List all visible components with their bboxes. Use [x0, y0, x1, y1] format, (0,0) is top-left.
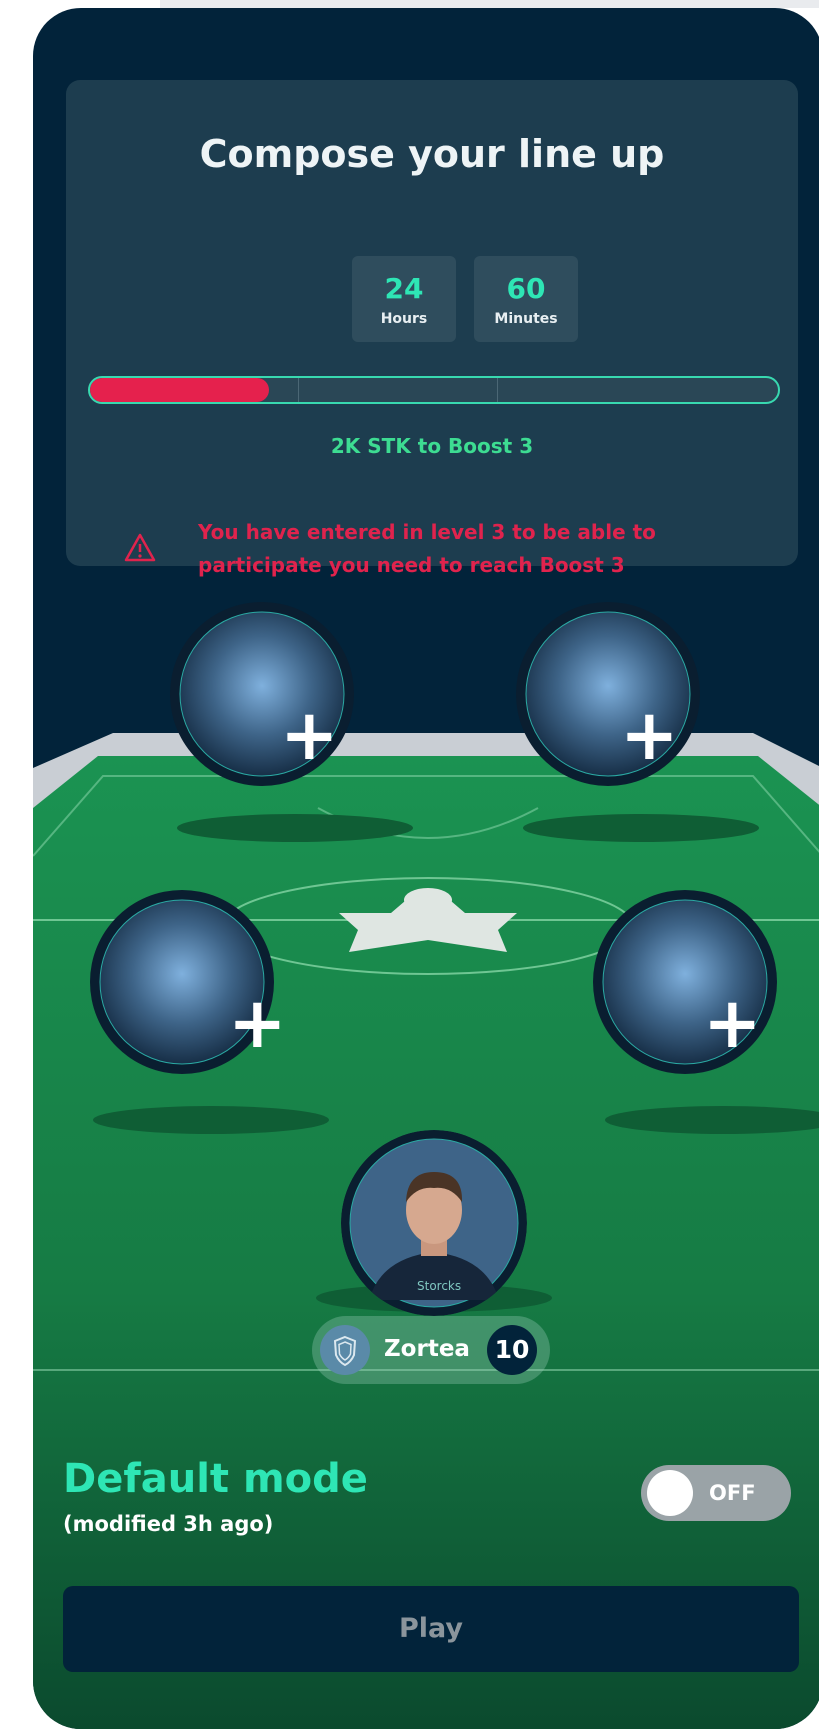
app-screen: Compose your line up 24 Hours 60 Minutes…: [33, 8, 819, 1729]
warning-triangle-icon: [124, 533, 156, 562]
empty-slot-forward-right[interactable]: +: [514, 600, 702, 788]
boost-label: 2K STK to Boost 3: [330, 434, 534, 458]
boost-progress-fill: [90, 378, 269, 402]
timer-hours-value: 24: [384, 272, 424, 305]
player-number: 10: [487, 1325, 537, 1375]
progress-tick: [298, 378, 299, 402]
warning-message: You have entered in level 3 to be able t…: [198, 520, 656, 577]
progress-tick: [497, 378, 498, 402]
player-name-pill[interactable]: Zortea 10: [312, 1316, 550, 1384]
timer-hours: 24 Hours: [352, 256, 456, 342]
player-avatar[interactable]: Storcks: [341, 1130, 527, 1316]
play-button[interactable]: Play: [63, 1586, 799, 1672]
plus-icon: +: [620, 694, 679, 776]
empty-slot-mid-left[interactable]: +: [88, 888, 287, 1076]
plus-icon: +: [228, 982, 287, 1064]
mode-subtitle: (modified 3h ago): [63, 1512, 274, 1536]
shield-icon: [320, 1325, 370, 1375]
svg-text:Storcks: Storcks: [417, 1279, 461, 1293]
timer-hours-unit: Hours: [380, 311, 428, 327]
plus-icon: +: [703, 982, 762, 1064]
timer-minutes-unit: Minutes: [494, 311, 558, 327]
empty-slot-forward-left[interactable]: +: [168, 600, 356, 788]
boost-progress-bar: [88, 376, 780, 404]
top-strip: [160, 0, 819, 8]
lineup-info-panel: Compose your line up 24 Hours 60 Minutes…: [66, 80, 798, 577]
toggle-label: OFF: [709, 1481, 756, 1505]
toggle-knob: [647, 1470, 693, 1516]
plus-icon: +: [280, 694, 339, 776]
timer-minutes-value: 60: [506, 272, 546, 305]
timer-minutes: 60 Minutes: [474, 256, 578, 342]
page-title: Compose your line up: [199, 132, 665, 176]
player-name: Zortea: [384, 1336, 470, 1362]
mode-title: Default mode: [63, 1456, 368, 1502]
empty-slot-mid-right[interactable]: +: [591, 888, 779, 1076]
default-mode-toggle[interactable]: OFF: [641, 1465, 791, 1521]
